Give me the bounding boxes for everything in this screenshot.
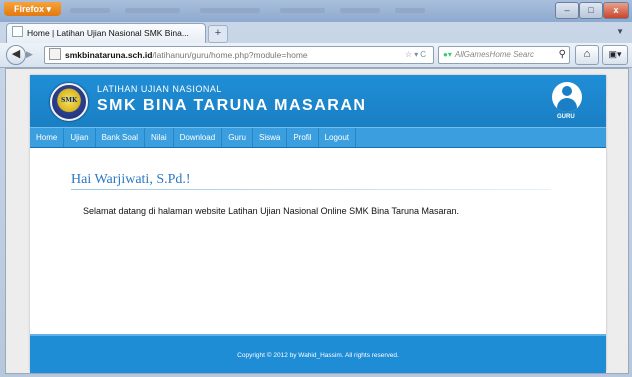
blurred-title-text xyxy=(395,8,425,13)
blurred-title-text xyxy=(340,8,380,13)
address-bar-icons: ☆▾C xyxy=(405,47,428,63)
site-identity-icon[interactable] xyxy=(49,48,61,60)
search-engine-icon[interactable]: ●▾ xyxy=(443,50,452,59)
greeting-heading: Hai Warjiwati, S.Pd.! xyxy=(71,172,191,187)
url-path: /latihanun/guru/home.php?module=home xyxy=(152,50,308,60)
menu-item-ujian[interactable]: Ujian xyxy=(64,128,96,147)
logo-lettering: SMK xyxy=(61,97,78,104)
menu-item-download[interactable]: Download xyxy=(174,128,223,147)
bookmark-star-icon[interactable]: ☆ xyxy=(405,50,414,59)
school-logo: SMK xyxy=(50,83,88,121)
reload-icon[interactable]: C xyxy=(420,50,428,59)
site-title: SMK BINA TARUNA MASARAN xyxy=(97,97,367,114)
blurred-title-text xyxy=(125,8,180,13)
minimize-button[interactable]: – xyxy=(555,2,579,19)
copyright-text: Copyright © 2012 by Wahid_Hassim. All ri… xyxy=(237,352,399,359)
search-placeholder: AllGamesHome Searc xyxy=(454,50,534,59)
menu-item-nilai[interactable]: Nilai xyxy=(145,128,174,147)
url-host: smkbinataruna.sch.id xyxy=(65,50,153,60)
search-icon[interactable]: ⚲ xyxy=(559,47,566,63)
menu-item-home[interactable]: Home xyxy=(30,128,65,147)
menu-item-logout[interactable]: Logout xyxy=(319,128,357,147)
page-viewport: SMK LATIHAN UJIAN NASIONAL SMK BINA TARU… xyxy=(5,68,629,374)
welcome-text: Selamat datang di halaman website Latiha… xyxy=(83,206,460,216)
menu-item-bank-soal[interactable]: Bank Soal xyxy=(96,128,146,147)
blurred-title-text xyxy=(70,8,110,13)
menu-item-siswa[interactable]: Siswa xyxy=(253,128,288,147)
site-header: SMK LATIHAN UJIAN NASIONAL SMK BINA TARU… xyxy=(30,75,606,127)
tab-list-chevron-icon[interactable]: ▼ xyxy=(616,27,624,36)
address-bar[interactable]: smkbinataruna.sch.id/latihanun/guru/home… xyxy=(44,46,434,64)
web-page: SMK LATIHAN UJIAN NASIONAL SMK BINA TARU… xyxy=(30,75,606,373)
close-button[interactable]: x xyxy=(603,2,629,19)
firefox-menu-button[interactable]: Firefox ▾ xyxy=(4,2,62,16)
user-role-label: GURU xyxy=(557,114,575,120)
site-footer: Copyright © 2012 by Wahid_Hassim. All ri… xyxy=(30,334,606,373)
window-controls: – □ x xyxy=(555,2,629,19)
user-icon[interactable] xyxy=(552,82,582,112)
home-icon[interactable]: ⌂ xyxy=(575,45,599,65)
site-subtitle: LATIHAN UJIAN NASIONAL xyxy=(97,84,222,94)
maximize-button[interactable]: □ xyxy=(579,2,603,19)
navigation-toolbar: ◀ ▶ smkbinataruna.sch.id/latihanun/guru/… xyxy=(0,43,632,68)
back-arrow-icon[interactable]: ◀ xyxy=(6,45,26,65)
tab-strip: Home | Latihan Ujian Nasional SMK Bina..… xyxy=(0,22,632,44)
search-box[interactable]: ●▾ AllGamesHome Searc ⚲ xyxy=(438,46,570,64)
page-favicon-icon xyxy=(12,26,23,37)
menu-item-profil[interactable]: Profil xyxy=(287,128,319,147)
blurred-title-text xyxy=(200,8,260,13)
tab-title: Home | Latihan Ujian Nasional SMK Bina..… xyxy=(27,28,189,38)
title-bar: Firefox ▾ – □ x xyxy=(0,0,632,22)
browser-window: Firefox ▾ – □ x Home | Latihan Ujian Nas… xyxy=(0,0,632,377)
main-menu: Home Ujian Bank Soal Nilai Download Guru… xyxy=(30,127,606,148)
new-tab-button[interactable]: + xyxy=(208,25,228,43)
bookmarks-menu-icon[interactable]: ▣▾ xyxy=(602,45,628,65)
blurred-title-text xyxy=(280,8,325,13)
greeting-divider xyxy=(71,189,551,190)
browser-tab[interactable]: Home | Latihan Ujian Nasional SMK Bina..… xyxy=(6,23,206,44)
forward-arrow-icon[interactable]: ▶ xyxy=(26,49,33,60)
menu-item-guru[interactable]: Guru xyxy=(222,128,253,147)
